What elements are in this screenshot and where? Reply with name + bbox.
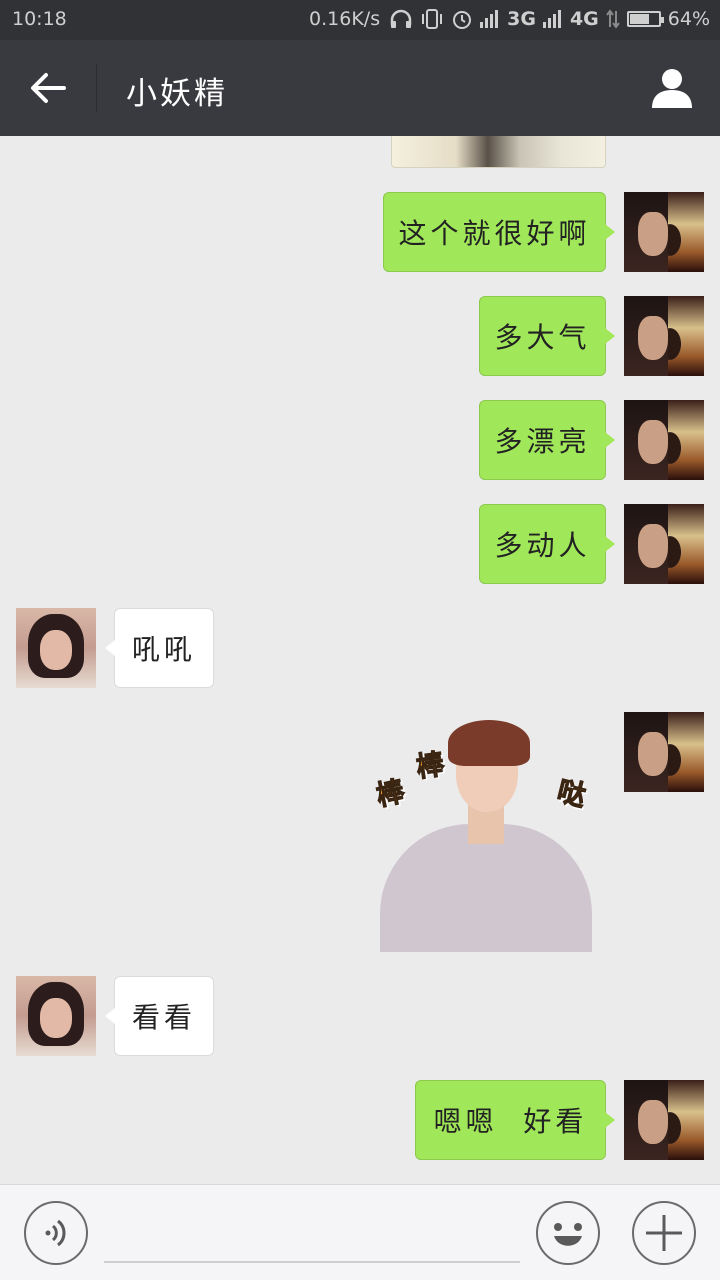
battery-level bbox=[629, 14, 649, 24]
status-bar: 10:18 0.16K/s 3G 4G 64% bbox=[0, 0, 720, 40]
plus-icon bbox=[646, 1215, 682, 1251]
battery-percent: 64% bbox=[667, 8, 710, 30]
message-input[interactable] bbox=[104, 1205, 520, 1263]
status-indicators: 0.16K/s 3G 4G 64% bbox=[309, 8, 710, 30]
message-bubble-sent[interactable]: 多动人 bbox=[479, 504, 615, 584]
avatar[interactable] bbox=[624, 296, 704, 376]
profile-button[interactable] bbox=[648, 64, 696, 112]
message-list[interactable]: 这个就很好啊 多大气 多漂亮 多动人 吼吼 棒 棒 哒 看看 嗯嗯 好看 bbox=[0, 136, 720, 1184]
avatar[interactable] bbox=[624, 400, 704, 480]
emoji-icon bbox=[554, 1223, 582, 1246]
plus-button[interactable] bbox=[632, 1201, 696, 1265]
voice-button[interactable] bbox=[24, 1201, 88, 1265]
message-bubble-received[interactable]: 看看 bbox=[105, 976, 214, 1056]
arrow-left-icon bbox=[31, 73, 66, 103]
vibrate-icon bbox=[420, 8, 444, 30]
avatar[interactable] bbox=[624, 504, 704, 584]
sticker-message[interactable]: 棒 棒 哒 bbox=[362, 716, 608, 954]
page-title: 小妖精 bbox=[126, 76, 228, 112]
sticker-text: 哒 bbox=[554, 774, 590, 814]
message-bubble-sent[interactable]: 嗯嗯 好看 bbox=[415, 1080, 615, 1160]
avatar[interactable] bbox=[624, 1080, 704, 1160]
voice-icon bbox=[45, 1219, 66, 1247]
avatar[interactable] bbox=[624, 192, 704, 272]
chat-header: 小妖精 bbox=[0, 40, 720, 136]
back-button[interactable] bbox=[22, 64, 78, 112]
signal-icon bbox=[542, 10, 563, 28]
battery-icon bbox=[626, 11, 664, 27]
sticker-text: 棒 bbox=[373, 774, 408, 813]
person-icon bbox=[652, 69, 692, 108]
message-bubble-sent[interactable]: 多漂亮 bbox=[479, 400, 615, 480]
avatar[interactable] bbox=[16, 608, 96, 688]
message-bubble-received[interactable]: 吼吼 bbox=[105, 608, 214, 688]
message-bubble-sent[interactable]: 这个就很好啊 bbox=[383, 192, 615, 272]
status-time: 10:18 bbox=[12, 8, 67, 30]
avatar[interactable] bbox=[624, 712, 704, 792]
headphones-icon bbox=[389, 9, 413, 29]
sticker-text: 棒 bbox=[414, 747, 447, 785]
alarm-icon bbox=[451, 8, 473, 30]
network-speed: 0.16K/s bbox=[309, 8, 381, 30]
data-transfer-icon bbox=[605, 9, 620, 29]
network-type-2: 4G bbox=[569, 8, 599, 30]
previous-image-message[interactable] bbox=[391, 136, 606, 168]
emoji-button[interactable] bbox=[536, 1201, 600, 1265]
input-bar bbox=[0, 1184, 720, 1280]
network-type-1: 3G bbox=[507, 8, 536, 30]
message-bubble-sent[interactable]: 多大气 bbox=[479, 296, 615, 376]
signal-icon bbox=[480, 10, 500, 28]
avatar[interactable] bbox=[16, 976, 96, 1056]
header-divider bbox=[96, 64, 97, 112]
